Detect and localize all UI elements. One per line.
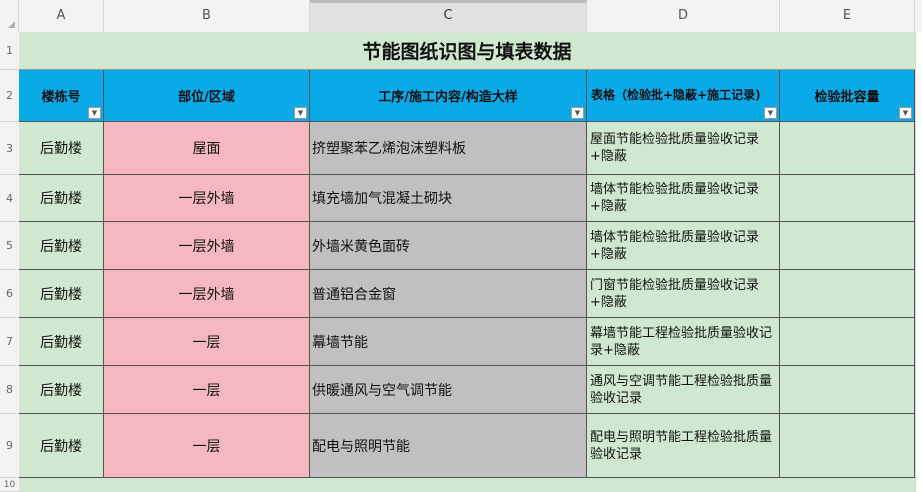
- header-process-label: 工序/施工内容/构造大样: [378, 90, 518, 105]
- cell-location[interactable]: 一层外墙: [104, 175, 310, 222]
- cell-location[interactable]: 屋面: [104, 122, 310, 175]
- cell-location[interactable]: 一层外墙: [104, 222, 310, 270]
- filter-chevron-down-icon[interactable]: ▼: [88, 107, 101, 119]
- cell-form[interactable]: 门窗节能检验批质量验收记录+隐蔽: [587, 270, 780, 318]
- row-header-9[interactable]: 9: [0, 414, 19, 478]
- cell-building[interactable]: 后勤楼: [19, 318, 104, 366]
- header-capacity[interactable]: 检验批容量 ▼: [780, 70, 915, 122]
- filter-chevron-down-icon[interactable]: ▼: [899, 107, 912, 119]
- row-header-5[interactable]: 5: [0, 222, 19, 270]
- row-header-6[interactable]: 6: [0, 270, 19, 318]
- cell-location[interactable]: 一层: [104, 318, 310, 366]
- row-header-4[interactable]: 4: [0, 175, 19, 222]
- cell-location[interactable]: 一层: [104, 414, 310, 478]
- cell-process[interactable]: 挤塑聚苯乙烯泡沫塑料板: [310, 122, 587, 175]
- header-building[interactable]: 楼栋号 ▼: [19, 70, 104, 122]
- cell-building[interactable]: 后勤楼: [19, 414, 104, 478]
- sheet-title[interactable]: 节能图纸识图与填表数据: [19, 32, 915, 70]
- column-header-bar: A B C D E: [0, 0, 922, 33]
- filter-chevron-down-icon[interactable]: ▼: [764, 107, 777, 119]
- cell-process[interactable]: 填充墙加气混凝土砌块: [310, 175, 587, 222]
- cell-building[interactable]: 后勤楼: [19, 222, 104, 270]
- cell-form[interactable]: 墙体节能检验批质量验收记录+隐蔽: [587, 222, 780, 270]
- header-location[interactable]: 部位/区域 ▼: [104, 70, 310, 122]
- cell-building[interactable]: 后勤楼: [19, 270, 104, 318]
- filter-chevron-down-icon[interactable]: ▼: [571, 107, 584, 119]
- header-building-label: 楼栋号: [41, 90, 81, 105]
- cell-capacity[interactable]: [780, 414, 915, 478]
- row-header-3[interactable]: 3: [0, 122, 19, 175]
- column-header-d[interactable]: D: [587, 0, 780, 32]
- header-process[interactable]: 工序/施工内容/构造大样 ▼: [310, 70, 587, 122]
- column-header-b[interactable]: B: [104, 0, 310, 32]
- cell-capacity[interactable]: [780, 366, 915, 414]
- select-all-corner[interactable]: [0, 0, 19, 32]
- filter-chevron-down-icon[interactable]: ▼: [294, 107, 307, 119]
- cell-building[interactable]: 后勤楼: [19, 175, 104, 222]
- header-location-label: 部位/区域: [178, 90, 235, 105]
- cell-location[interactable]: 一层外墙: [104, 270, 310, 318]
- column-header-c[interactable]: C: [310, 0, 587, 32]
- cell-location[interactable]: 一层: [104, 366, 310, 414]
- column-header-a[interactable]: A: [19, 0, 104, 32]
- cell-capacity[interactable]: [780, 270, 915, 318]
- cell-form[interactable]: 屋面节能检验批质量验收记录+隐蔽: [587, 122, 780, 175]
- row-header-2[interactable]: 2: [0, 70, 19, 122]
- cell-form[interactable]: 幕墙节能工程检验批质量验收记录+隐蔽: [587, 318, 780, 366]
- row-10-cells[interactable]: [19, 478, 915, 492]
- header-form-label: 表格（检验批+隐蔽+施工记录): [591, 88, 761, 102]
- row-header-1[interactable]: 1: [0, 32, 19, 70]
- cell-process[interactable]: 外墙米黄色面砖: [310, 222, 587, 270]
- cell-process[interactable]: 供暖通风与空气调节能: [310, 366, 587, 414]
- cell-capacity[interactable]: [780, 122, 915, 175]
- cell-capacity[interactable]: [780, 318, 915, 366]
- cell-process[interactable]: 普通铝合金窗: [310, 270, 587, 318]
- sheet-right-edge: [915, 32, 922, 492]
- cell-building[interactable]: 后勤楼: [19, 122, 104, 175]
- row-header-7[interactable]: 7: [0, 318, 19, 366]
- row-header-8[interactable]: 8: [0, 366, 19, 414]
- row-header-10[interactable]: 10: [0, 478, 19, 492]
- column-header-e[interactable]: E: [780, 0, 915, 32]
- cell-process[interactable]: 配电与照明节能: [310, 414, 587, 478]
- cell-capacity[interactable]: [780, 175, 915, 222]
- cell-capacity[interactable]: [780, 222, 915, 270]
- cell-form[interactable]: 墙体节能检验批质量验收记录+隐蔽: [587, 175, 780, 222]
- cell-form[interactable]: 通风与空调节能工程检验批质量验收记录: [587, 366, 780, 414]
- cell-process[interactable]: 幕墙节能: [310, 318, 587, 366]
- cell-building[interactable]: 后勤楼: [19, 366, 104, 414]
- header-capacity-label: 检验批容量: [814, 90, 880, 105]
- cell-form[interactable]: 配电与照明节能工程检验批质量验收记录: [587, 414, 780, 478]
- header-form[interactable]: 表格（检验批+隐蔽+施工记录) ▼: [587, 70, 780, 122]
